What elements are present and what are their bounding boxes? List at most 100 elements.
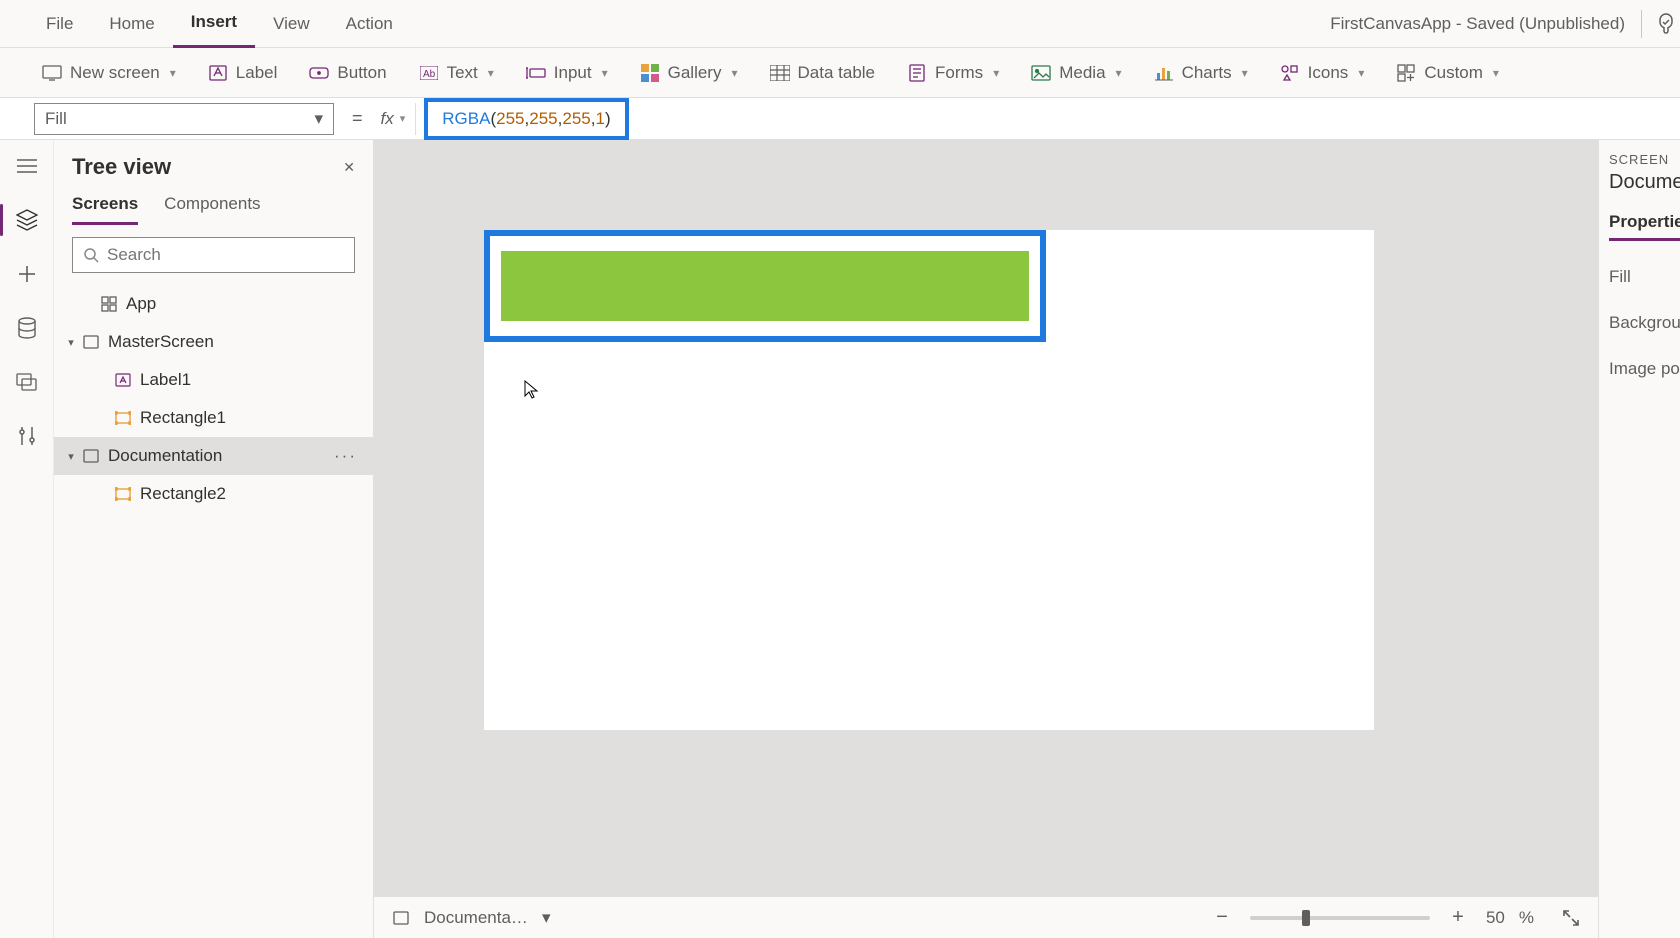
- tree-search[interactable]: [72, 237, 355, 273]
- menu-home[interactable]: Home: [91, 0, 172, 48]
- media-pane-icon[interactable]: [15, 370, 39, 394]
- formula-token-close: ): [605, 109, 611, 129]
- prop-image-position[interactable]: Image posit: [1609, 359, 1680, 379]
- formula-input[interactable]: RGBA(255, 255, 255, 1): [424, 98, 628, 140]
- advanced-tools-icon[interactable]: [15, 424, 39, 448]
- chevron-down-icon[interactable]: ▾: [542, 908, 551, 928]
- breadcrumb-label[interactable]: Documenta…: [424, 908, 528, 928]
- tree-view-title: Tree view: [72, 154, 171, 180]
- formula-bar: Fill ▾ = fx ▾ RGBA(255, 255, 255, 1): [0, 98, 1680, 140]
- new-screen-icon: [42, 63, 62, 83]
- ribbon-custom[interactable]: Custom ▾: [1382, 55, 1513, 91]
- tree-tabs: Screens Components: [54, 186, 373, 225]
- tree-node-documentation[interactable]: ▾ Documentation ···: [54, 437, 373, 475]
- zoom-in-button[interactable]: +: [1444, 904, 1472, 932]
- chevron-down-icon[interactable]: ▾: [62, 336, 80, 349]
- tree-node-label: App: [126, 294, 156, 314]
- formula-token-n3: 255: [562, 109, 590, 129]
- equals-label: =: [334, 108, 381, 129]
- zoom-slider-thumb[interactable]: [1302, 910, 1310, 926]
- tree-items: App ▾ MasterScreen Label1 Rectangle1: [54, 285, 373, 938]
- menu-insert[interactable]: Insert: [173, 0, 255, 48]
- chevron-down-icon: ▾: [993, 66, 999, 80]
- insert-pane-icon[interactable]: [15, 262, 39, 286]
- left-rail: [0, 140, 54, 938]
- property-dropdown[interactable]: Fill ▾: [34, 103, 334, 135]
- media-icon: [1031, 63, 1051, 83]
- formula-token-n2: 255: [529, 109, 557, 129]
- data-icon[interactable]: [15, 316, 39, 340]
- ribbon-charts[interactable]: Charts ▾: [1140, 55, 1262, 91]
- tree-node-label: MasterScreen: [108, 332, 214, 352]
- status-bar: Documenta… ▾ − + 50 %: [374, 896, 1598, 938]
- tree-view-panel: Tree view ✕ Screens Components App ▾: [54, 140, 374, 938]
- icons-icon: [1280, 63, 1300, 83]
- prop-fill[interactable]: Fill: [1609, 267, 1680, 287]
- ribbon-data-table[interactable]: Data table: [756, 55, 890, 91]
- ribbon-new-screen-label: New screen: [70, 63, 160, 83]
- tab-properties[interactable]: Properties: [1609, 212, 1680, 241]
- tree-node-label1[interactable]: Label1: [54, 361, 373, 399]
- tree-node-app[interactable]: App: [54, 285, 373, 323]
- label-icon: [208, 63, 228, 83]
- screen-icon: [80, 449, 102, 463]
- menu-action[interactable]: Action: [328, 0, 411, 48]
- ribbon-icons[interactable]: Icons ▾: [1266, 55, 1379, 91]
- menu-file[interactable]: File: [28, 0, 91, 48]
- formula-token-fn: RGBA: [442, 109, 490, 129]
- tree-node-rectangle1[interactable]: Rectangle1: [54, 399, 373, 437]
- formula-token-n4: 1: [595, 109, 604, 129]
- cursor-icon: [524, 380, 538, 400]
- ribbon-new-screen[interactable]: New screen ▾: [28, 55, 190, 91]
- forms-icon: [907, 63, 927, 83]
- ribbon-gallery[interactable]: Gallery ▾: [626, 55, 752, 91]
- zoom-value: 50: [1486, 908, 1505, 928]
- prop-background[interactable]: Background: [1609, 313, 1680, 333]
- tab-screens[interactable]: Screens: [72, 194, 138, 225]
- hamburger-icon[interactable]: [15, 154, 39, 178]
- ribbon-text[interactable]: Ab Text ▾: [405, 55, 508, 91]
- fx-icon[interactable]: fx: [381, 109, 400, 129]
- chevron-down-icon: ▾: [602, 66, 608, 80]
- menu-bar: File Home Insert View Action FirstCanvas…: [0, 0, 1680, 48]
- canvas-area[interactable]: Documenta… ▾ − + 50 %: [374, 140, 1598, 938]
- ribbon-button[interactable]: Button: [295, 55, 400, 91]
- zoom-unit: %: [1519, 908, 1534, 928]
- properties-screen-name: Document: [1609, 171, 1680, 194]
- charts-icon: [1154, 63, 1174, 83]
- ribbon-input[interactable]: Input ▾: [512, 55, 622, 91]
- selected-control-outline[interactable]: [484, 230, 1046, 342]
- fx-expand-icon[interactable]: ▾: [400, 103, 417, 135]
- ribbon-forms[interactable]: Forms ▾: [893, 55, 1013, 91]
- text-icon: Ab: [419, 63, 439, 83]
- chevron-down-icon: ▾: [314, 109, 323, 129]
- fit-to-screen-icon[interactable]: [1562, 909, 1580, 927]
- close-icon[interactable]: ✕: [343, 159, 355, 176]
- tab-components[interactable]: Components: [164, 194, 260, 225]
- tree-node-rectangle2[interactable]: Rectangle2: [54, 475, 373, 513]
- rectangle-control[interactable]: [501, 251, 1029, 321]
- ribbon-label[interactable]: Label: [194, 55, 292, 91]
- label-icon: [112, 373, 134, 387]
- search-input[interactable]: [107, 245, 344, 265]
- body: Tree view ✕ Screens Components App ▾: [0, 140, 1680, 938]
- rectangle-icon: [112, 487, 134, 501]
- formula-token-n1: 255: [496, 109, 524, 129]
- ribbon-media[interactable]: Media ▾: [1017, 55, 1135, 91]
- tree-node-masterscreen[interactable]: ▾ MasterScreen: [54, 323, 373, 361]
- gallery-icon: [640, 63, 660, 83]
- ribbon-icons-label: Icons: [1308, 63, 1349, 83]
- menu-view[interactable]: View: [255, 0, 328, 48]
- ribbon-button-label: Button: [337, 63, 386, 83]
- rectangle-icon: [112, 411, 134, 425]
- chevron-down-icon: ▾: [1493, 66, 1499, 80]
- button-icon: [309, 63, 329, 83]
- tree-view-icon[interactable]: [15, 208, 39, 232]
- more-icon[interactable]: ···: [334, 446, 357, 466]
- zoom-out-button[interactable]: −: [1208, 904, 1236, 932]
- app-checker-icon[interactable]: [1652, 10, 1680, 38]
- tree-node-label: Rectangle2: [140, 484, 226, 504]
- zoom-slider[interactable]: [1250, 916, 1430, 920]
- ribbon-label-label: Label: [236, 63, 278, 83]
- chevron-down-icon[interactable]: ▾: [62, 450, 80, 463]
